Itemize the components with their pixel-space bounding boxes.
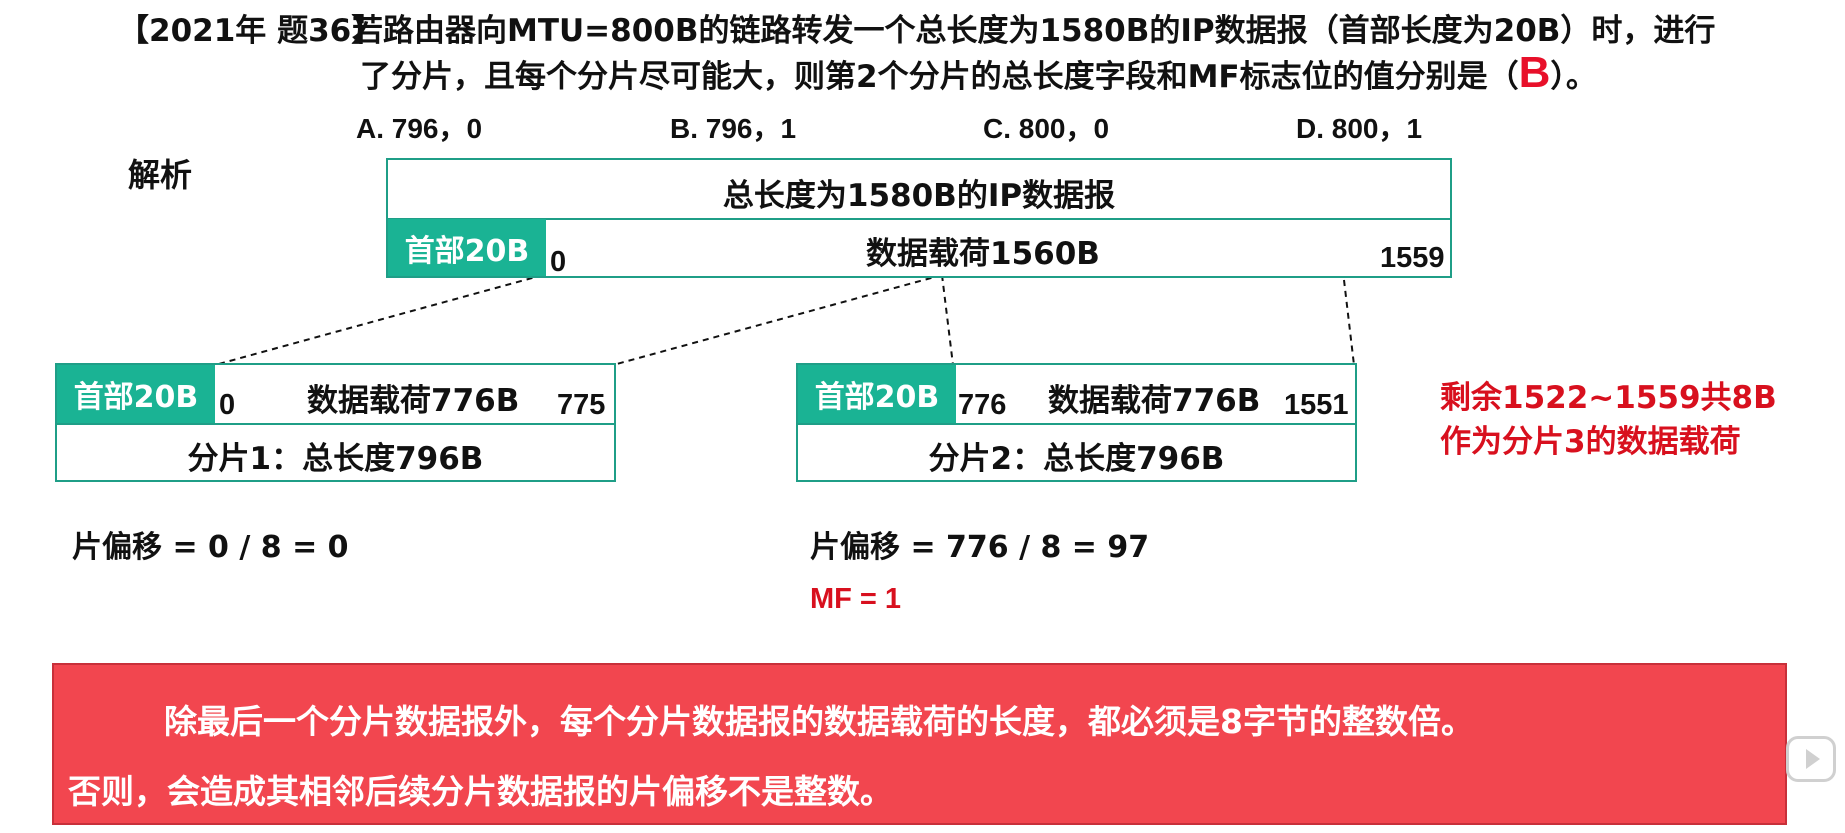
connector-line [612,274,943,366]
original-datagram: 总长度为1580B的IP数据报 首部20B 数据载荷1560B 0 1559 [386,158,1452,278]
rule-note-line-1: 除最后一个分片数据报外，每个分片数据报的数据载荷的长度，都必须是8字节的整数倍。 [164,702,1474,741]
original-header: 首部20B [388,219,546,276]
fragment-1-header: 首部20B [57,365,215,423]
fragment-1: 首部20B 数据载荷776B 0 775 分片1：总长度796B [55,363,616,482]
rule-note-line-2: 否则，会造成其相邻后续分片数据报的片偏移不是整数。 [68,772,893,811]
fragment-2: 首部20B 数据载荷776B 776 1551 分片2：总长度796B [796,363,1357,482]
divider [57,423,614,425]
fragment-1-start-offset: 0 [219,389,236,421]
divider [798,423,1355,425]
fragment-2-end-offset: 1551 [1284,389,1349,421]
original-title: 总长度为1580B的IP数据报 [722,178,1116,214]
fragment-2-title: 分片2：总长度796B [928,441,1225,477]
connector-line [941,274,954,366]
fragment-1-offset: 片偏移 = 0 / 8 = 0 [72,530,349,565]
fragment-2-payload: 数据载荷776B [1048,383,1261,419]
remaining-line-1: 剩余1522~1559共8B [1440,380,1777,416]
fragment-1-end-offset: 775 [557,389,606,421]
fragment-1-title: 分片1：总长度796B [187,441,484,477]
remaining-line-2: 作为分片3的数据载荷 [1440,424,1741,460]
divider [388,218,1450,220]
connector-line [1343,279,1355,366]
original-start-offset: 0 [550,246,567,278]
fragment-2-offset: 片偏移 = 776 / 8 = 97 [810,530,1150,565]
original-end-offset: 1559 [1380,242,1445,274]
fragment-2-start-offset: 776 [958,389,1007,421]
original-payload: 数据载荷1560B [866,236,1100,272]
fragment-2-header: 首部20B [798,365,956,423]
fragment-2-mf: MF = 1 [810,583,902,615]
play-icon[interactable] [1786,736,1836,782]
rule-note-box: 除最后一个分片数据报外，每个分片数据报的数据载荷的长度，都必须是8字节的整数倍。… [52,663,1787,825]
connector-line [214,274,544,366]
fragment-1-payload: 数据载荷776B [307,383,520,419]
